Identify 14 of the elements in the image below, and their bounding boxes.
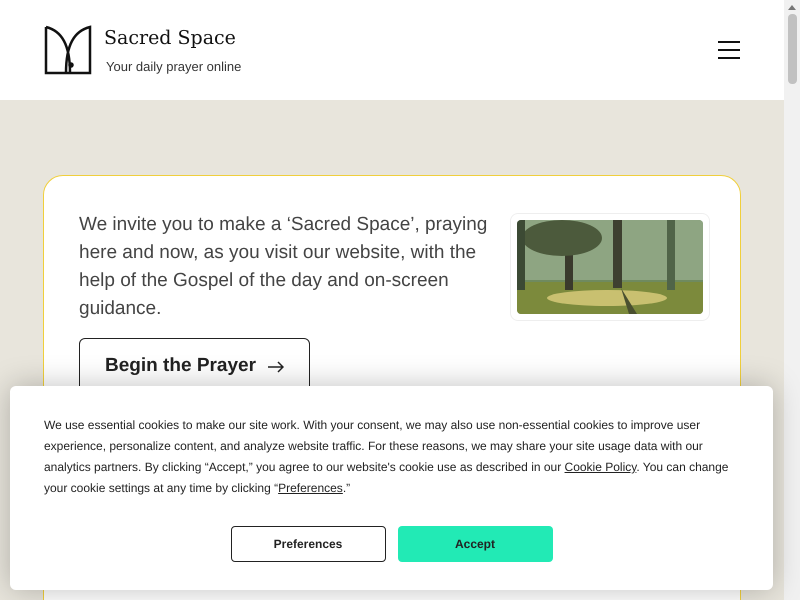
cookie-notice-text: We use essential cookies to make our site work. With your consent, we may also use non-essential cookies to improve user experience, personalize content, and analyze website traffic. For these reasons, we may share your site usage data with our analytics partners. By clicking “Accept,” you agree to our website's cookie use as described in our Cookie Policy. You can change your cookie settings at any time by clicking “Preferences.” <box>44 417 730 497</box>
menu-icon[interactable] <box>718 41 740 59</box>
intro-text: We invite you to make a ‘Sacred Space’, praying here and now, as you visit our website, with the help of the Gospel of the day and on-screen guidance. <box>79 213 488 321</box>
site-title: Sacred Space <box>104 26 237 51</box>
site-tagline: Your daily prayer online <box>106 58 242 76</box>
scrollbar[interactable] <box>784 0 800 600</box>
scrollbar-thumb[interactable] <box>788 14 796 84</box>
accept-button[interactable]: Accept <box>398 526 552 562</box>
preferences-button[interactable]: Preferences <box>230 526 386 562</box>
arrow-right-icon <box>268 360 284 372</box>
preferences-link[interactable]: Preferences <box>278 481 343 495</box>
logo-icon[interactable] <box>44 25 92 75</box>
scroll-up-icon[interactable] <box>788 4 796 10</box>
cookie-policy-link[interactable]: Cookie Policy <box>564 460 636 474</box>
